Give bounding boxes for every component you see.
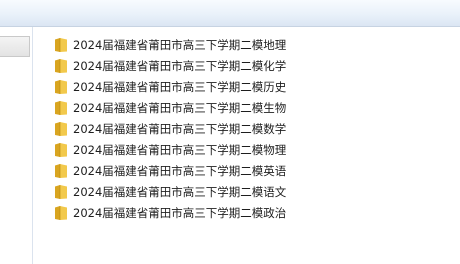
folder-item[interactable]: 2024届福建省莆田市高三下学期二模政治: [52, 202, 290, 223]
folder-item[interactable]: 2024届福建省莆田市高三下学期二模英语: [52, 160, 290, 181]
folder-name: 2024届福建省莆田市高三下学期二模数学: [73, 121, 287, 136]
folder-item[interactable]: 2024届福建省莆田市高三下学期二模历史: [52, 76, 290, 97]
folder-icon: [55, 205, 67, 220]
folder-icon: [55, 100, 67, 115]
folder-name: 2024届福建省莆田市高三下学期二模生物: [73, 100, 287, 115]
explorer-window: 2024届福建省莆田市高三下学期二模地理 2024届福建省莆田市高三下学期二模化…: [0, 0, 460, 264]
folder-name: 2024届福建省莆田市高三下学期二模物理: [73, 142, 287, 157]
file-list: 2024届福建省莆田市高三下学期二模地理 2024届福建省莆田市高三下学期二模化…: [52, 34, 290, 223]
folder-icon: [55, 163, 67, 178]
folder-item[interactable]: 2024届福建省莆田市高三下学期二模语文: [52, 181, 290, 202]
folder-name: 2024届福建省莆田市高三下学期二模政治: [73, 205, 287, 220]
navigation-pane[interactable]: [0, 27, 33, 264]
folder-icon: [55, 79, 67, 94]
folder-name: 2024届福建省莆田市高三下学期二模历史: [73, 79, 287, 94]
toolbar: [0, 0, 460, 27]
folder-icon: [55, 37, 67, 52]
folder-item[interactable]: 2024届福建省莆田市高三下学期二模地理: [52, 34, 290, 55]
folder-icon: [55, 58, 67, 73]
folder-name: 2024届福建省莆田市高三下学期二模地理: [73, 37, 287, 52]
folder-name: 2024届福建省莆田市高三下学期二模语文: [73, 184, 287, 199]
nav-selected-item[interactable]: [0, 36, 30, 57]
folder-item[interactable]: 2024届福建省莆田市高三下学期二模物理: [52, 139, 290, 160]
folder-icon: [55, 121, 67, 136]
folder-icon: [55, 142, 67, 157]
folder-name: 2024届福建省莆田市高三下学期二模英语: [73, 163, 287, 178]
folder-item[interactable]: 2024届福建省莆田市高三下学期二模生物: [52, 97, 290, 118]
folder-item[interactable]: 2024届福建省莆田市高三下学期二模化学: [52, 55, 290, 76]
folder-item[interactable]: 2024届福建省莆田市高三下学期二模数学: [52, 118, 290, 139]
folder-name: 2024届福建省莆田市高三下学期二模化学: [73, 58, 287, 73]
folder-icon: [55, 184, 67, 199]
